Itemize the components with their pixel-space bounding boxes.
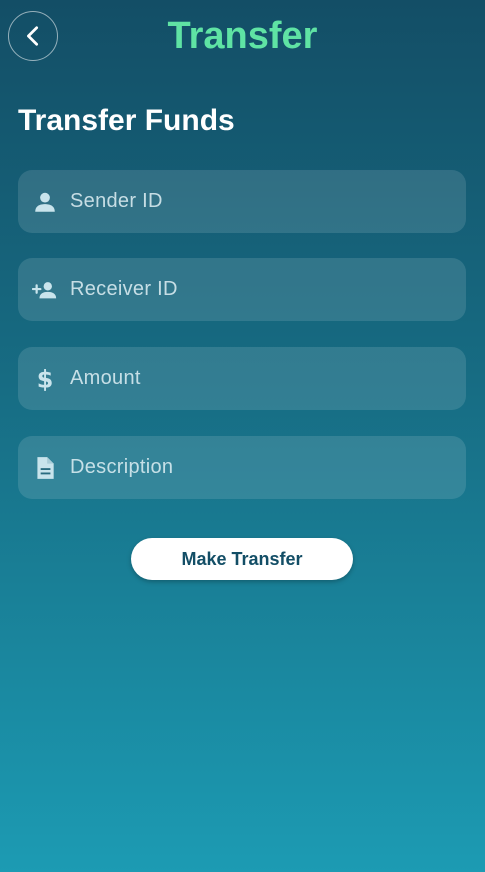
- make-transfer-button[interactable]: Make Transfer: [131, 538, 353, 580]
- sender-id-field[interactable]: Sender ID: [18, 170, 466, 233]
- description-field[interactable]: Description: [18, 436, 466, 499]
- form-heading: Transfer Funds: [18, 104, 235, 137]
- receiver-id-placeholder: Receiver ID: [70, 278, 178, 300]
- page-title: Transfer: [167, 15, 318, 57]
- amount-placeholder: Amount: [70, 367, 141, 389]
- sender-id-placeholder: Sender ID: [70, 190, 163, 212]
- description-placeholder: Description: [70, 456, 174, 478]
- amount-field[interactable]: $ Amount: [18, 347, 466, 410]
- svg-text:$: $: [37, 366, 54, 392]
- dollar-icon: $: [30, 364, 60, 394]
- person-icon: [30, 187, 60, 217]
- person-add-icon: [30, 275, 60, 305]
- document-icon: [30, 453, 60, 483]
- receiver-id-field[interactable]: Receiver ID: [18, 258, 466, 321]
